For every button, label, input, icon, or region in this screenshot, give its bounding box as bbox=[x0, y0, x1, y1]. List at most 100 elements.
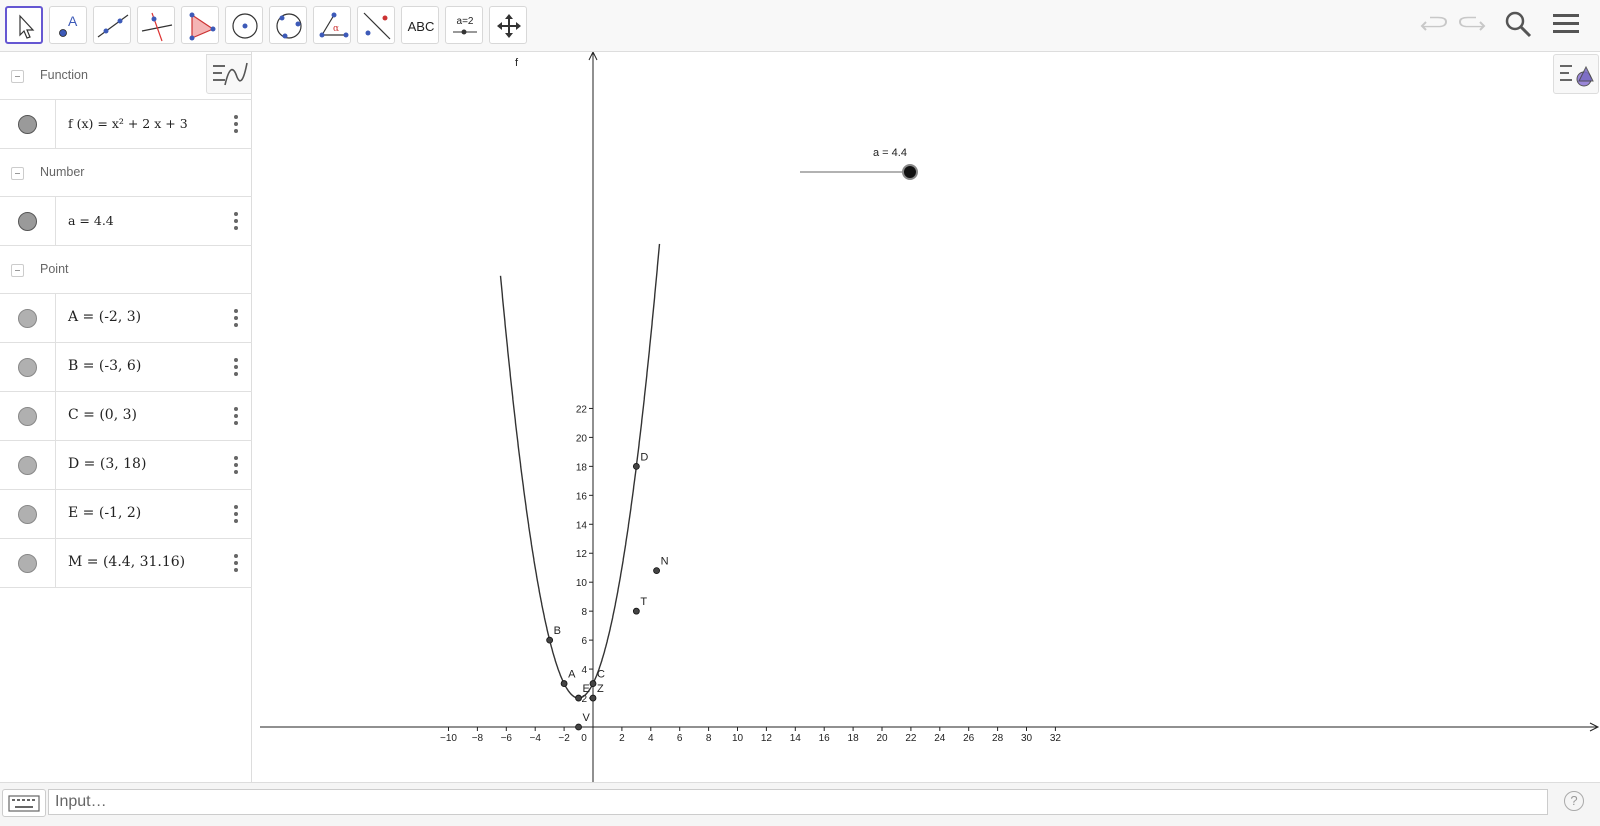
slider-knob[interactable] bbox=[901, 164, 918, 180]
input-field[interactable] bbox=[48, 789, 1548, 815]
algebra-row-B[interactable]: B = (-3, 6) bbox=[0, 343, 252, 392]
point-label-E: E bbox=[583, 683, 590, 695]
graphics-canvas[interactable]: −10 −8 −6 −4 −2 0 2 4 6 8 10 12 14 16 18 20 22 24 26 28 30 32… bbox=[260, 50, 1600, 782]
point-A[interactable] bbox=[560, 680, 568, 687]
point-label-V: V bbox=[583, 712, 591, 724]
algebra-row-M[interactable]: M = (4.4, 31.16) bbox=[0, 539, 252, 588]
x-tick-label: 28 bbox=[992, 733, 1004, 744]
point-tool-button[interactable]: A bbox=[49, 6, 87, 44]
more-options-icon[interactable] bbox=[233, 406, 239, 426]
algebra-definition[interactable]: f (x) = x² + 2 x + 3 bbox=[68, 116, 188, 131]
visibility-marble[interactable] bbox=[18, 309, 37, 328]
visibility-marble[interactable] bbox=[18, 554, 37, 573]
graph-toggle-icon bbox=[213, 62, 248, 86]
algebra-row-a[interactable]: a = 4.4 bbox=[0, 197, 252, 246]
algebra-view: Function f (x) = x² + 2 x + 3 Number a =… bbox=[0, 52, 252, 782]
point-C[interactable] bbox=[589, 680, 597, 687]
more-options-icon[interactable] bbox=[233, 455, 239, 475]
x-axis bbox=[260, 722, 1600, 732]
y-tick-label: 10 bbox=[576, 578, 588, 589]
algebra-definition[interactable]: C = (0, 3) bbox=[68, 407, 137, 423]
more-options-icon[interactable] bbox=[233, 114, 239, 134]
visibility-marble[interactable] bbox=[18, 212, 37, 231]
point-D[interactable] bbox=[632, 462, 640, 470]
collapse-icon[interactable] bbox=[11, 70, 24, 83]
visibility-marble[interactable] bbox=[18, 358, 37, 377]
collapse-icon[interactable] bbox=[11, 264, 24, 277]
x-tick-label: 14 bbox=[790, 733, 802, 744]
circle-three-points-tool-button[interactable] bbox=[269, 6, 307, 44]
move-tool-button[interactable] bbox=[5, 6, 43, 44]
algebra-row-C[interactable]: C = (0, 3) bbox=[0, 392, 252, 441]
keyboard-button[interactable] bbox=[2, 789, 46, 817]
point-B[interactable] bbox=[546, 636, 554, 644]
redo-icon[interactable] bbox=[1456, 8, 1488, 40]
circle-tool-button[interactable] bbox=[225, 6, 263, 44]
x-tick-label: 26 bbox=[963, 733, 975, 744]
visibility-marble[interactable] bbox=[18, 505, 37, 524]
algebra-definition[interactable]: a = 4.4 bbox=[68, 213, 114, 228]
search-icon[interactable] bbox=[1502, 8, 1534, 40]
move-graphics-view-tool-button[interactable] bbox=[489, 6, 527, 44]
algebra-row-A[interactable]: A = (-2, 3) bbox=[0, 294, 252, 343]
svg-text:α: α bbox=[333, 24, 339, 34]
angle-icon: α bbox=[319, 12, 349, 38]
hamburger-menu-icon[interactable] bbox=[1550, 8, 1582, 40]
x-tick-label: −8 bbox=[472, 733, 484, 744]
algebra-definition[interactable]: D = (3, 18) bbox=[68, 456, 146, 472]
slider-a[interactable]: a = 4.4 bbox=[800, 147, 918, 180]
point-V[interactable] bbox=[575, 723, 582, 731]
svg-text:a=2: a=2 bbox=[457, 16, 474, 27]
circle-three-points-icon bbox=[276, 13, 302, 39]
y-tick-label: 12 bbox=[576, 549, 588, 560]
svg-text:A: A bbox=[68, 13, 78, 29]
point-T[interactable] bbox=[632, 607, 640, 615]
category-number[interactable]: Number bbox=[0, 149, 252, 197]
polygon-tool-button[interactable] bbox=[181, 6, 219, 44]
point-E[interactable] bbox=[575, 694, 582, 702]
angle-tool-button[interactable]: α bbox=[313, 6, 351, 44]
point-label-D: D bbox=[640, 451, 648, 463]
x-tick-label: 20 bbox=[876, 733, 888, 744]
category-point[interactable]: Point bbox=[0, 246, 252, 294]
y-tick-label: 14 bbox=[576, 520, 588, 531]
toggle-graphics-view-button[interactable] bbox=[206, 54, 252, 94]
move-arrows-icon bbox=[497, 14, 521, 38]
reflect-tool-button[interactable] bbox=[357, 6, 395, 44]
x-tick-label: −6 bbox=[501, 733, 513, 744]
visibility-marble[interactable] bbox=[18, 456, 37, 475]
text-abc-icon: ABC bbox=[408, 19, 435, 34]
y-tick-label: 4 bbox=[581, 665, 587, 676]
undo-icon[interactable] bbox=[1418, 8, 1450, 40]
more-options-icon[interactable] bbox=[233, 211, 239, 231]
more-options-icon[interactable] bbox=[233, 357, 239, 377]
point-Z[interactable] bbox=[589, 694, 597, 702]
algebra-row-D[interactable]: D = (3, 18) bbox=[0, 441, 252, 490]
collapse-icon[interactable] bbox=[11, 167, 24, 180]
algebra-definition[interactable]: M = (4.4, 31.16) bbox=[68, 554, 185, 570]
algebra-row-E[interactable]: E = (-1, 2) bbox=[0, 490, 252, 539]
visibility-marble[interactable] bbox=[18, 407, 37, 426]
line-tool-button[interactable] bbox=[93, 6, 131, 44]
reflect-about-line-icon bbox=[363, 12, 391, 40]
algebra-row-f[interactable]: f (x) = x² + 2 x + 3 bbox=[0, 100, 252, 149]
algebra-definition[interactable]: A = (-2, 3) bbox=[68, 309, 141, 325]
more-options-icon[interactable] bbox=[233, 308, 239, 328]
y-axis-ticks: 246810121416182022 bbox=[576, 404, 593, 705]
point-label-T: T bbox=[640, 596, 647, 608]
more-options-icon[interactable] bbox=[233, 504, 239, 524]
visibility-marble[interactable] bbox=[18, 115, 37, 134]
point-label-B: B bbox=[554, 625, 561, 637]
x-axis-ticks: −10 −8 −6 −4 −2 0 2 4 6 8 10 12 14 16 18 20 22 24 26 28 30 32 bbox=[440, 727, 1061, 744]
perpendicular-line-tool-button[interactable] bbox=[137, 6, 175, 44]
x-tick-label: 8 bbox=[706, 733, 712, 744]
text-tool-button[interactable]: ABC bbox=[401, 6, 439, 44]
more-options-icon[interactable] bbox=[233, 553, 239, 573]
algebra-definition[interactable]: B = (-3, 6) bbox=[68, 358, 141, 374]
slider-tool-button[interactable]: a=2 bbox=[445, 6, 483, 44]
graphics-view[interactable]: −10 −8 −6 −4 −2 0 2 4 6 8 10 12 14 16 18 20 22 24 26 28 30 32… bbox=[260, 50, 1600, 782]
help-icon[interactable]: ? bbox=[1564, 791, 1584, 811]
point-N[interactable] bbox=[653, 567, 660, 575]
x-tick-label: 2 bbox=[619, 733, 625, 744]
algebra-definition[interactable]: E = (-1, 2) bbox=[68, 505, 141, 521]
